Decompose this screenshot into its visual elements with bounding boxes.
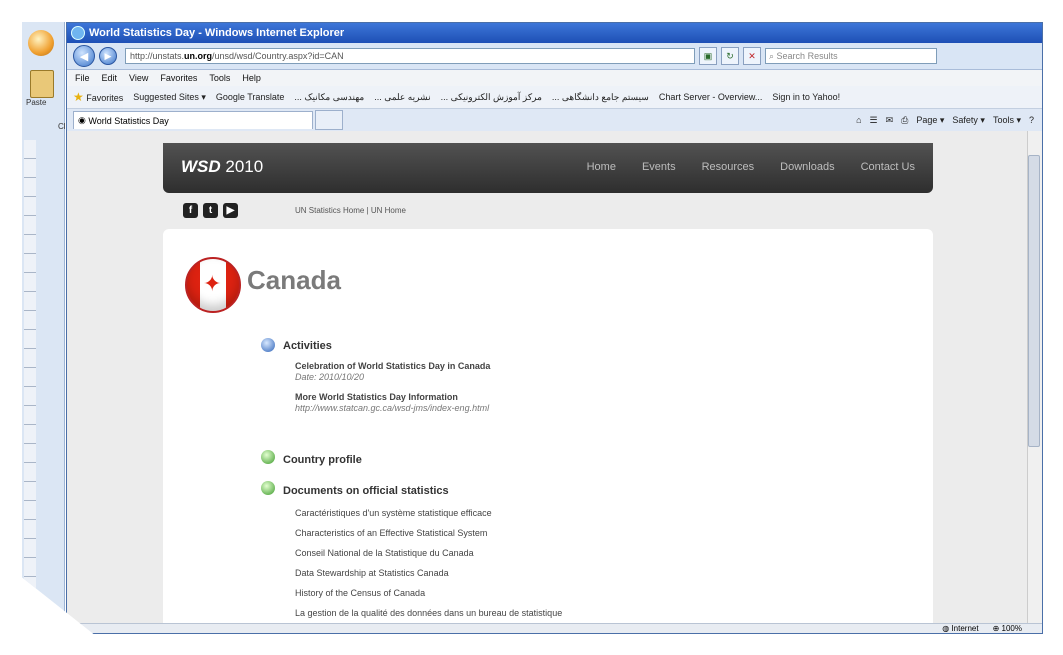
nav-resources[interactable]: Resources xyxy=(702,161,755,173)
maple-leaf-icon: ✦ xyxy=(203,271,222,296)
activity-celebration-link[interactable]: Celebration of World Statistics Day in C… xyxy=(295,361,490,371)
fav-suggested-sites[interactable]: Suggested Sites ▾ xyxy=(133,92,206,103)
search-input[interactable]: ⌕ Search Results xyxy=(765,48,937,64)
country-profile-link[interactable]: Country profile xyxy=(283,454,362,466)
site-logo[interactable]: WSD 2010 xyxy=(181,157,263,177)
url-domain: un.org xyxy=(184,51,213,61)
scrollbar-thumb[interactable] xyxy=(1028,155,1040,447)
status-bar: ◍ Internet ⊕ 100% xyxy=(67,623,1042,633)
globe-icon xyxy=(261,450,275,464)
site-nav: Home Events Resources Downloads Contact … xyxy=(587,161,915,173)
activity-date: Date: 2010/10/20 xyxy=(295,372,365,382)
fav-chart-server[interactable]: Chart Server - Overview... xyxy=(659,92,763,102)
logo-year: 2010 xyxy=(220,157,264,176)
favorites-button[interactable]: ★ Favorites xyxy=(73,90,123,104)
document-link[interactable]: Characteristics of an Effective Statisti… xyxy=(295,526,562,546)
documents-list: Caractéristiques d'un système statistiqu… xyxy=(295,506,562,623)
command-bar: ⌂ ☰ ✉ ⎙ Page ▾ Safety ▾ Tools ▾ ? xyxy=(856,115,1042,126)
document-link[interactable]: Data Stewardship at Statistics Canada xyxy=(295,566,562,586)
youtube-icon[interactable]: ▶ xyxy=(223,203,238,218)
menu-help[interactable]: Help xyxy=(242,73,261,83)
zone-label: Internet xyxy=(951,624,979,633)
new-tab-button[interactable] xyxy=(315,110,343,130)
favorites-bar: ★ Favorites Suggested Sites ▾ Google Tra… xyxy=(67,86,1042,109)
page-icon: ◉ xyxy=(78,115,89,125)
ie-window: World Statistics Day - Windows Internet … xyxy=(66,22,1043,634)
home-icon[interactable]: ⌂ xyxy=(856,115,861,126)
search-icon: ⌕ xyxy=(769,50,777,61)
favorites-label: Favorites xyxy=(86,93,124,103)
activities-heading: Activities xyxy=(283,340,332,352)
url-suffix: /unsd/wsd/Country.aspx?id=CAN xyxy=(212,51,344,61)
fav-google-translate[interactable]: Google Translate xyxy=(216,92,285,102)
tools-menu[interactable]: Tools ▾ xyxy=(993,115,1021,126)
menu-tools[interactable]: Tools xyxy=(209,73,230,83)
globe-icon xyxy=(261,481,275,495)
fav-link-4[interactable]: ... نشریه علمی xyxy=(374,92,430,103)
document-link[interactable]: History of the Census of Canada xyxy=(295,586,562,606)
office-button[interactable] xyxy=(28,30,54,56)
documents-heading: Documents on official statistics xyxy=(283,485,449,497)
tab-world-statistics-day[interactable]: ◉ World Statistics Day xyxy=(73,111,313,129)
mail-icon[interactable]: ✉ xyxy=(886,115,894,126)
document-link[interactable]: Conseil National de la Statistique du Ca… xyxy=(295,546,562,566)
twitter-icon[interactable]: t xyxy=(203,203,218,218)
print-icon[interactable]: ⎙ xyxy=(901,115,908,126)
url-field[interactable]: http://unstats. un.org/unsd/wsd/Country.a… xyxy=(125,48,695,64)
compatibility-icon[interactable]: ▣ xyxy=(699,47,717,65)
fav-link-5[interactable]: ... مرکز آموزش الکترونیکی xyxy=(441,92,542,103)
stop-icon[interactable]: ✕ xyxy=(743,47,761,65)
back-button[interactable]: ◀ xyxy=(73,45,95,67)
safety-menu[interactable]: Safety ▾ xyxy=(952,115,985,126)
activity-more-info-link[interactable]: More World Statistics Day Information xyxy=(295,392,458,402)
canada-flag-icon: ✦ xyxy=(185,257,241,313)
nav-home[interactable]: Home xyxy=(587,161,616,173)
search-placeholder: Search Results xyxy=(776,51,838,61)
screenshot-frame: Paste Cli World Statistics Day - Windows… xyxy=(0,0,1063,655)
page-viewport: WSD 2010 Home Events Resources Downloads… xyxy=(67,131,1027,623)
menu-file[interactable]: File xyxy=(75,73,90,83)
zoom-control[interactable]: ⊕ 100% xyxy=(993,624,1022,633)
refresh-icon[interactable]: ↻ xyxy=(721,47,739,65)
tab-bar: ◉ World Statistics Day ⌂ ☰ ✉ ⎙ Page ▾ Sa… xyxy=(67,109,1042,132)
top-links[interactable]: UN Statistics Home | UN Home xyxy=(295,206,406,215)
content-panel: ✦ Canada Activities Celebration of World… xyxy=(163,229,933,623)
tab-title: World Statistics Day xyxy=(88,115,169,126)
page-menu[interactable]: Page ▾ xyxy=(916,115,944,126)
logo-wsd: WSD xyxy=(181,157,221,176)
star-icon: ★ xyxy=(73,90,84,104)
zoom-icon: ⊕ xyxy=(992,624,1002,633)
info-icon xyxy=(261,338,275,352)
url-prefix: http://unstats. xyxy=(130,51,185,61)
fav-link-3[interactable]: ... مهندسی مکانیک xyxy=(294,92,364,103)
menu-view[interactable]: View xyxy=(129,73,148,83)
social-links: f t ▶ xyxy=(183,203,238,218)
paste-icon[interactable] xyxy=(30,70,54,98)
window-title: World Statistics Day - Windows Internet … xyxy=(89,27,345,39)
nav-contact-us[interactable]: Contact Us xyxy=(861,161,915,173)
menu-favorites[interactable]: Favorites xyxy=(160,73,197,83)
document-link[interactable]: La gestion de la qualité des données dan… xyxy=(295,606,562,623)
nav-downloads[interactable]: Downloads xyxy=(780,161,834,173)
paste-label: Paste xyxy=(26,98,47,107)
zoom-level: 100% xyxy=(1001,624,1022,633)
menu-bar: File Edit View Favorites Tools Help xyxy=(67,70,1042,86)
title-bar: World Statistics Day - Windows Internet … xyxy=(67,23,1042,43)
forward-button[interactable]: ▶ xyxy=(99,47,117,65)
nav-events[interactable]: Events xyxy=(642,161,676,173)
ie-icon xyxy=(71,26,85,40)
country-title: Canada xyxy=(247,265,341,295)
feeds-icon[interactable]: ☰ xyxy=(870,115,878,126)
fav-yahoo[interactable]: Sign in to Yahoo! xyxy=(772,92,840,102)
activity-url[interactable]: http://www.statcan.gc.ca/wsd-jms/index-e… xyxy=(295,403,489,413)
fav-link-6[interactable]: ... سیستم جامع دانشگاهی xyxy=(552,92,649,103)
address-bar: ◀ ▶ http://unstats. un.org/unsd/wsd/Count… xyxy=(67,43,1042,70)
vertical-ruler xyxy=(24,140,36,620)
document-link[interactable]: Caractéristiques d'un système statistiqu… xyxy=(295,506,562,526)
menu-edit[interactable]: Edit xyxy=(102,73,118,83)
facebook-icon[interactable]: f xyxy=(183,203,198,218)
help-icon[interactable]: ? xyxy=(1029,115,1034,126)
site-header: WSD 2010 Home Events Resources Downloads… xyxy=(163,143,933,193)
internet-zone: ◍ Internet xyxy=(942,624,978,633)
